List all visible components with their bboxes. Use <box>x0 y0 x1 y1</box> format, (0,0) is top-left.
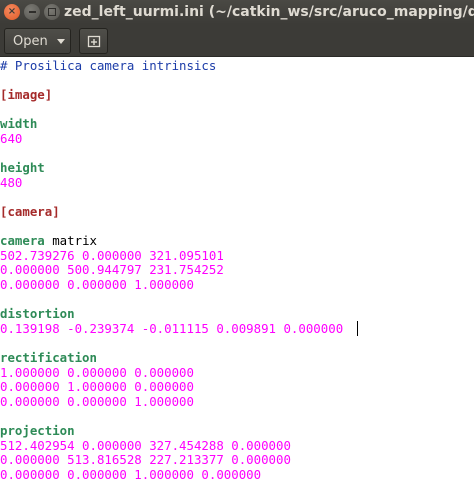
minimize-window-button[interactable] <box>24 4 40 20</box>
value-line[interactable]: 1.000000 0.000000 0.000000 <box>0 365 194 380</box>
value-line[interactable]: 0.000000 0.000000 1.000000 <box>0 394 194 409</box>
maximize-icon <box>48 8 56 16</box>
comment-line[interactable]: # Prosilica camera intrinsics <box>0 58 216 73</box>
value-line[interactable]: 502.739276 0.000000 321.095101 <box>0 248 224 263</box>
value-line[interactable]: 640 <box>0 131 22 146</box>
new-document-button[interactable] <box>79 28 108 54</box>
key-line[interactable]: rectification <box>0 350 97 365</box>
text-editor[interactable]: # Prosilica camera intrinsics [image] widt… <box>0 57 474 488</box>
value-line[interactable]: 0.000000 500.944797 231.754252 <box>0 262 224 277</box>
value-line[interactable]: 0.000000 0.000000 1.000000 0.000000 <box>0 467 261 482</box>
section-header-line[interactable]: [camera] <box>0 204 60 219</box>
toolbar: Open <box>0 24 474 57</box>
chevron-down-icon[interactable] <box>56 38 65 44</box>
open-button[interactable]: Open <box>4 28 71 54</box>
value-line[interactable]: 0.000000 1.000000 0.000000 <box>0 379 194 394</box>
value-line[interactable]: 0.139198 -0.239374 -0.011115 0.009891 0.… <box>0 321 343 336</box>
title-bar: × zed_left_uurmi.ini (~/catkin_ws/src/ar… <box>0 0 474 24</box>
new-tab-icon <box>87 35 100 48</box>
maximize-window-button[interactable] <box>44 4 60 20</box>
key-rest-part: matrix <box>44 233 97 248</box>
section-header-line[interactable]: [image] <box>0 87 52 102</box>
key-line[interactable]: width <box>0 116 37 131</box>
key-line[interactable]: height <box>0 160 45 175</box>
window-title: zed_left_uurmi.ini (~/catkin_ws/src/aruc… <box>64 4 474 20</box>
close-icon: × <box>7 6 17 17</box>
key-part: camera <box>0 233 45 248</box>
close-window-button[interactable]: × <box>4 4 20 20</box>
value-line[interactable]: 480 <box>0 175 22 190</box>
key-line[interactable]: distortion <box>0 306 75 321</box>
key-line[interactable]: projection <box>0 423 75 438</box>
value-line[interactable]: 0.000000 513.816528 227.213377 0.000000 <box>0 452 291 467</box>
open-button-label: Open <box>13 33 48 49</box>
value-line[interactable]: 512.402954 0.000000 327.454288 0.000000 <box>0 438 291 453</box>
key-line[interactable]: camera matrix <box>0 233 97 248</box>
minimize-icon <box>28 11 36 13</box>
text-caret <box>357 321 358 336</box>
value-line[interactable]: 0.000000 0.000000 1.000000 <box>0 277 194 292</box>
